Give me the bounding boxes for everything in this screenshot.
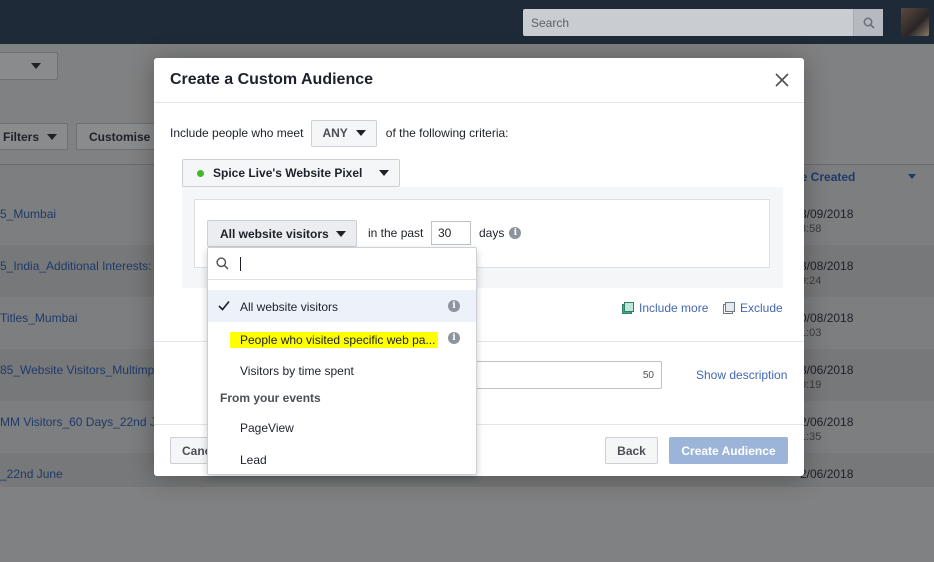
criteria-row: Include people who meet ANY of the follo…	[170, 119, 509, 147]
menu-search	[208, 248, 476, 280]
menu-group-heading: From your events	[220, 391, 321, 405]
pixel-name: Spice Live's Website Pixel	[213, 166, 363, 180]
menu-item-specific-web-pages[interactable]: People who visited specific web pa... i	[208, 322, 476, 354]
menu-item-all-website-visitors[interactable]: All website visitors i	[208, 290, 476, 322]
date-created-header[interactable]: ate Created	[790, 170, 920, 184]
menu-item-label: Lead	[240, 453, 267, 467]
create-audience-button[interactable]: Create Audience	[669, 437, 788, 464]
exclude-link[interactable]: Exclude	[723, 301, 783, 315]
menu-item-label: PageView	[240, 421, 294, 435]
info-icon[interactable]: i	[509, 227, 522, 239]
search-icon	[863, 17, 875, 29]
back-button[interactable]: Back	[605, 437, 658, 464]
chevron-down-icon	[379, 170, 389, 176]
include-more-icon	[622, 302, 634, 314]
row-date: 3/08/2018	[800, 259, 854, 273]
chevron-down-icon	[336, 230, 346, 237]
row-name[interactable]: Titles_Mumbai	[0, 311, 78, 325]
search-icon	[216, 257, 229, 270]
dialog-header: Create a Custom Audience	[154, 58, 804, 103]
checkmark-icon	[218, 300, 230, 311]
in-the-past-label: in the past	[368, 226, 424, 240]
criteria-prefix: Include people who meet	[170, 126, 304, 140]
global-search	[523, 9, 883, 36]
exclude-icon	[723, 302, 735, 314]
menu-item-label: All website visitors	[240, 300, 339, 314]
dialog-title: Create a Custom Audience	[170, 71, 374, 88]
menu-item-label: People who visited specific web pa...	[230, 332, 438, 348]
exclude-label: Exclude	[740, 301, 783, 315]
show-description-link[interactable]: Show description	[696, 368, 787, 382]
customise-label: Customise	[89, 129, 151, 144]
menu-item-lead[interactable]: Lead	[208, 443, 476, 475]
menu-item-pageview[interactable]: PageView	[208, 411, 476, 443]
visitor-type-menu: All website visitors i People who visite…	[207, 247, 477, 475]
filters-button[interactable]: Filters	[0, 123, 68, 150]
menu-item-visitors-by-time-spent[interactable]: Visitors by time spent	[208, 354, 476, 386]
info-icon[interactable]: i	[448, 332, 460, 344]
visitor-type-label: All website visitors	[220, 226, 329, 241]
chevron-down-icon	[47, 133, 58, 140]
criteria-suffix: of the following criteria:	[385, 126, 509, 140]
chevron-down-icon	[31, 63, 41, 69]
days-label: days	[479, 226, 505, 240]
customise-button[interactable]: Customise	[76, 123, 166, 150]
criteria-mode-dropdown[interactable]: ANY	[311, 119, 377, 147]
row-date: 2/06/2018	[800, 415, 854, 429]
row-date: 0/08/2018	[800, 311, 854, 325]
days-label-group: days i	[479, 226, 522, 240]
chevron-down-icon	[355, 130, 366, 136]
search-input[interactable]	[523, 9, 853, 36]
filters-label: Filters	[3, 129, 40, 144]
include-more-link[interactable]: Include more	[622, 301, 708, 315]
back-label: Back	[617, 443, 646, 458]
sort-caret-icon	[908, 174, 916, 179]
menu-search-input[interactable]	[238, 253, 468, 275]
text-cursor	[240, 257, 241, 271]
include-more-label: Include more	[639, 301, 709, 315]
row-name[interactable]: 5_Mumbai	[0, 207, 56, 221]
row-date: 2/06/2018	[800, 467, 854, 481]
row-name[interactable]: MM Visitors_60 Days_22nd Ju	[0, 415, 163, 429]
menu-item-label: Visitors by time spent	[240, 364, 354, 378]
character-counter: 50	[642, 370, 654, 381]
retention-days-input[interactable]	[431, 221, 471, 245]
audience-name-input[interactable]: 50	[474, 361, 662, 389]
pixel-dropdown[interactable]: Spice Live's Website Pixel	[182, 159, 400, 187]
row-date: 3/09/2018	[800, 207, 854, 221]
info-icon[interactable]: i	[448, 300, 460, 312]
top-bar	[0, 0, 934, 44]
row-name[interactable]: 85_Website Visitors_Multimple	[0, 363, 164, 377]
menu-item-label-wrap: People who visited specific web pa...	[230, 332, 438, 351]
pixel-status-dot-icon	[197, 169, 204, 177]
criteria-mode-label: ANY	[322, 126, 348, 140]
row-name[interactable]: 5_India_Additional Interests:	[0, 259, 151, 273]
avatar[interactable]	[901, 8, 929, 36]
account-dropdown[interactable]	[0, 52, 58, 80]
row-date: 3/06/2018	[800, 363, 854, 377]
close-icon[interactable]	[774, 72, 790, 88]
search-button[interactable]	[853, 9, 883, 36]
row-name[interactable]: _22nd June	[0, 467, 63, 481]
create-audience-label: Create Audience	[681, 443, 776, 458]
visitor-type-dropdown[interactable]: All website visitors	[207, 220, 357, 247]
